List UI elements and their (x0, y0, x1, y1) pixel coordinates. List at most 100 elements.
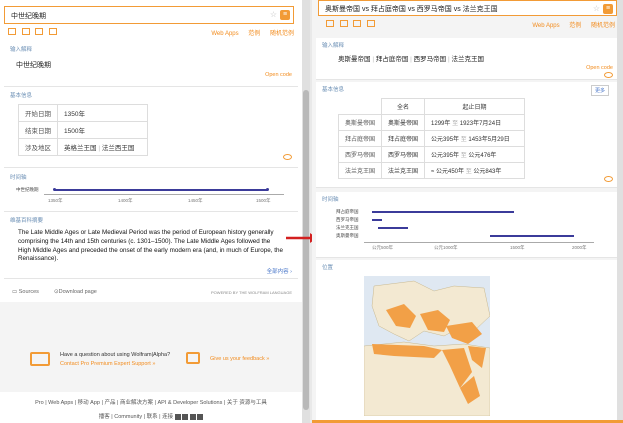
mail-icon (30, 352, 50, 366)
upload-icon[interactable] (367, 20, 376, 27)
footer-link[interactable]: 播客 (99, 414, 110, 420)
footer-link[interactable]: 产品 (104, 400, 115, 406)
footer-area: Have a question about using Wolfram|Alph… (0, 302, 302, 392)
date-range: 公元395年 至 公元476年 (424, 146, 526, 163)
download-label: Download page (58, 289, 97, 295)
examples-link[interactable]: 范例 (248, 31, 260, 37)
facebook-icon[interactable] (174, 413, 181, 420)
scrollbar-thumb[interactable] (303, 90, 309, 410)
start-date: 公元395年 (431, 153, 460, 159)
left-results-pane: 中世纪晚期 ☆ ≡ Web Apps 范例 随机范例 输入解释 中世纪晚期 Op… (0, 0, 302, 423)
footer-link[interactable]: 移动 App (78, 400, 100, 406)
separator: 至 (465, 169, 472, 175)
footer-link[interactable]: Pro (35, 400, 44, 406)
date-range: 1299年 至 1923年7月24日 (424, 114, 526, 131)
timeline-row-label: 拜占庭帝国 (336, 209, 359, 214)
end-date: 公元476年 (468, 153, 497, 159)
footer-link[interactable]: Web Apps (48, 400, 73, 406)
footer-link[interactable]: 关于 资源与工具 (227, 400, 267, 406)
powered-by-label: POWERED BY THE WOLFRAM LANGUAGE (211, 290, 292, 295)
entity: 西罗马帝国 (413, 56, 447, 63)
start-date: 1299年 (431, 121, 451, 127)
region-france[interactable]: 法兰西王国 (102, 145, 135, 152)
input-interpretation-pod: 输入解释 中世纪晚期 Open code (4, 42, 298, 87)
sources-icon: ▭ (12, 289, 19, 295)
footer-link[interactable]: 联系 (147, 414, 158, 420)
end-date: 1923年7月24日 (459, 121, 502, 127)
twitter-icon[interactable] (182, 413, 189, 420)
linkedin-icon[interactable] (197, 413, 204, 420)
search-go-icon[interactable]: ≡ (603, 4, 613, 14)
open-code-link[interactable]: Open code (265, 72, 292, 78)
timeline-bar (54, 189, 268, 191)
contact-support-link[interactable]: Contact Pro Premium Expert Support » (60, 361, 155, 367)
keyboard-icon[interactable] (326, 20, 334, 27)
full-content-link[interactable]: 全部内容 › (267, 267, 292, 275)
timeline-start-dot (53, 188, 56, 191)
row-label: 结束日期 (18, 121, 58, 139)
search-input-value: 奥斯曼帝国 vs 拜占庭帝国 vs 西罗马帝国 vs 法兰克王国 (325, 6, 498, 13)
right-scrollbar[interactable] (617, 0, 623, 423)
keyboard-icon[interactable] (8, 28, 16, 35)
full-name: 西罗马帝国 (381, 146, 426, 163)
search-input[interactable]: 奥斯曼帝国 vs 拜占庭帝国 vs 西罗马帝国 vs 法兰克王国 ☆ ≡ (318, 0, 617, 16)
entity: 拜占庭帝国 (375, 56, 409, 63)
web-apps-link[interactable]: Web Apps (211, 31, 238, 37)
end-date: 1453年5月29日 (468, 137, 510, 143)
timeline-bar-byzantine (372, 211, 514, 213)
basic-info-pod: 基本信息 开始日期 1350年 结束日期 1500年 涉及地区 英格兰王国 | … (4, 88, 298, 168)
column-header: 起止日期 (424, 98, 526, 115)
math-input-icon[interactable] (21, 28, 30, 35)
favorite-star-icon[interactable]: ☆ (593, 4, 600, 13)
examples-link[interactable]: 范例 (569, 23, 581, 29)
upload-icon[interactable] (49, 28, 58, 35)
eye-icon[interactable] (604, 176, 613, 182)
pod-title: 输入解释 (10, 47, 33, 53)
location-pod: 位置 (316, 260, 619, 423)
pod-title: 时间轴 (322, 197, 339, 203)
table-row: 奥斯曼帝国 奥斯曼帝国 1299年 至 1923年7月24日 (337, 114, 526, 131)
camera-icon[interactable] (353, 20, 362, 27)
footer-links-2: 播客 | Community | 联系 | 连接 (0, 412, 302, 420)
entity: 法兰克王国 (451, 56, 484, 63)
timeline-pod: 时间轴 中世纪晚期 1350年 1400年 1450年 1500年 (4, 170, 298, 212)
left-scrollbar[interactable] (302, 0, 310, 423)
footer-link[interactable]: 连接 (162, 414, 173, 420)
footer-link[interactable]: API & Developer Solutions (158, 400, 223, 406)
row-value: 1500年 (57, 121, 148, 139)
footer-link[interactable]: Community (114, 414, 142, 420)
timeline-pod: 时间轴 拜占庭帝国 西罗马帝国 法兰克王国 奥斯曼帝国 公元500年 公元100… (316, 192, 619, 258)
pod-title: 位置 (322, 265, 334, 271)
random-link[interactable]: 随机范例 (270, 31, 294, 37)
footer-link[interactable]: 商业解决方案 (120, 400, 153, 406)
region-england[interactable]: 英格兰王国 (64, 145, 97, 152)
feedback-link[interactable]: Give us your feedback » (210, 356, 269, 362)
table-row: 西罗马帝国 西罗马帝国 公元395年 至 公元476年 (337, 146, 526, 163)
timeline-row-label: 西罗马帝国 (336, 217, 359, 222)
full-name: 奥斯曼帝国 (381, 114, 426, 131)
tick-label: 公元500年 (372, 245, 394, 250)
eye-icon[interactable] (283, 154, 292, 160)
random-link[interactable]: 随机范例 (591, 23, 615, 29)
full-name: 法兰克王国 (381, 162, 426, 179)
open-code-link[interactable]: Open code (586, 65, 613, 71)
search-input-value: 中世纪晚期 (11, 13, 46, 20)
timeline-bar-western-rome (372, 219, 382, 221)
timeline-row-label: 中世纪晚期 (16, 187, 39, 192)
tick-label: 1500年 (510, 245, 525, 250)
favorite-star-icon[interactable]: ☆ (270, 10, 277, 19)
sources-button[interactable]: ▭ Sources (12, 289, 39, 295)
eye-icon[interactable] (604, 72, 613, 78)
start-date: 公元395年 (431, 137, 460, 143)
tumblr-icon[interactable] (189, 413, 196, 420)
camera-icon[interactable] (35, 28, 44, 35)
tick-label: 1350年 (48, 198, 63, 203)
row-label: 西罗马帝国 (337, 146, 383, 163)
download-page-button[interactable]: ⊙Download page (54, 289, 97, 295)
search-input[interactable]: 中世纪晚期 ☆ ≡ (4, 6, 294, 24)
math-input-icon[interactable] (339, 20, 348, 27)
more-button[interactable]: 更多 (590, 85, 609, 96)
timeline-bar-francia (378, 227, 408, 229)
web-apps-link[interactable]: Web Apps (532, 23, 559, 29)
search-go-icon[interactable]: ≡ (280, 10, 290, 20)
